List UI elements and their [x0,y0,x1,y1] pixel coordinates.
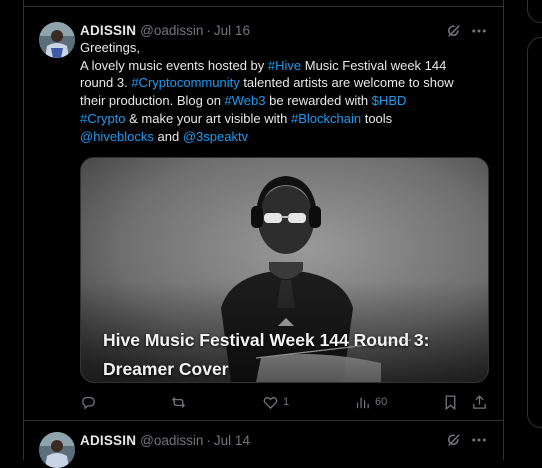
action-bar: 1 60 [80,392,490,412]
text-segment: be rewarded with [265,93,372,109]
separator: · [206,22,211,38]
hashtag-link[interactable]: #Web3 [225,93,266,108]
tweet-date[interactable]: Jul 16 [214,23,250,38]
display-name[interactable]: ADISSIN [80,433,136,448]
more-icon[interactable] [470,22,488,40]
display-name[interactable]: ADISSIN [80,23,136,38]
text-segment: and [153,128,183,144]
tweet-date[interactable]: Jul 14 [214,433,250,448]
tweet-header: ADISSIN @oadissin · Jul 14 [80,430,250,450]
like-button[interactable]: 1 [262,392,289,412]
text-segment: & make your art visible with [125,110,291,126]
mention-link[interactable]: @3speaktv [183,129,248,144]
separator: · [206,432,211,448]
hashtag-link[interactable]: #Blockchain [291,111,361,126]
avatar[interactable] [39,22,75,58]
mention-link[interactable]: @hiveblocks [80,129,154,144]
sidebar-card [527,0,542,23]
bookmark-button[interactable] [442,392,459,412]
user-handle[interactable]: @oadissin [140,23,203,38]
repost-button[interactable] [170,392,191,412]
user-handle[interactable]: @oadissin [140,433,203,448]
sidebar-card [527,37,542,428]
reply-button[interactable] [80,392,101,412]
grok-icon[interactable] [445,22,463,40]
share-button[interactable] [471,392,488,412]
bookmark-icon [445,394,456,410]
media-title: Hive Music Festival Week 144 Round 3: Dr… [103,330,430,379]
hashtag-link[interactable]: #Crypto [80,111,126,126]
repost-icon [171,396,186,408]
reply-icon [82,396,95,409]
like-icon [263,396,278,409]
tweet-header: ADISSIN @oadissin · Jul 16 [80,20,250,40]
tweet-text: Greetings, A lovely music events hosted … [80,39,482,145]
media-card[interactable]: Hive Music Festival Week 144 Round 3: Dr… [80,157,489,383]
tweet-body: A lovely music events hosted by #Hive Mu… [80,57,482,146]
view-count: 60 [375,396,388,408]
views-button[interactable]: 60 [354,392,387,412]
like-count: 1 [283,396,290,408]
divider [24,6,503,7]
more-icon[interactable] [470,431,488,449]
views-icon [356,397,369,408]
avatar[interactable] [39,432,75,468]
hashtag-link[interactable]: #Hive [268,58,301,73]
share-icon [473,394,486,409]
divider [24,420,503,421]
text-segment: A lovely music events hosted by [80,57,268,73]
hashtag-link[interactable]: #Cryptocommunity [131,75,239,90]
cashtag-link[interactable]: $HBD [372,93,407,108]
text-segment: tools [361,110,393,126]
tweet-greeting: Greetings, [80,40,140,55]
grok-icon[interactable] [445,431,463,449]
